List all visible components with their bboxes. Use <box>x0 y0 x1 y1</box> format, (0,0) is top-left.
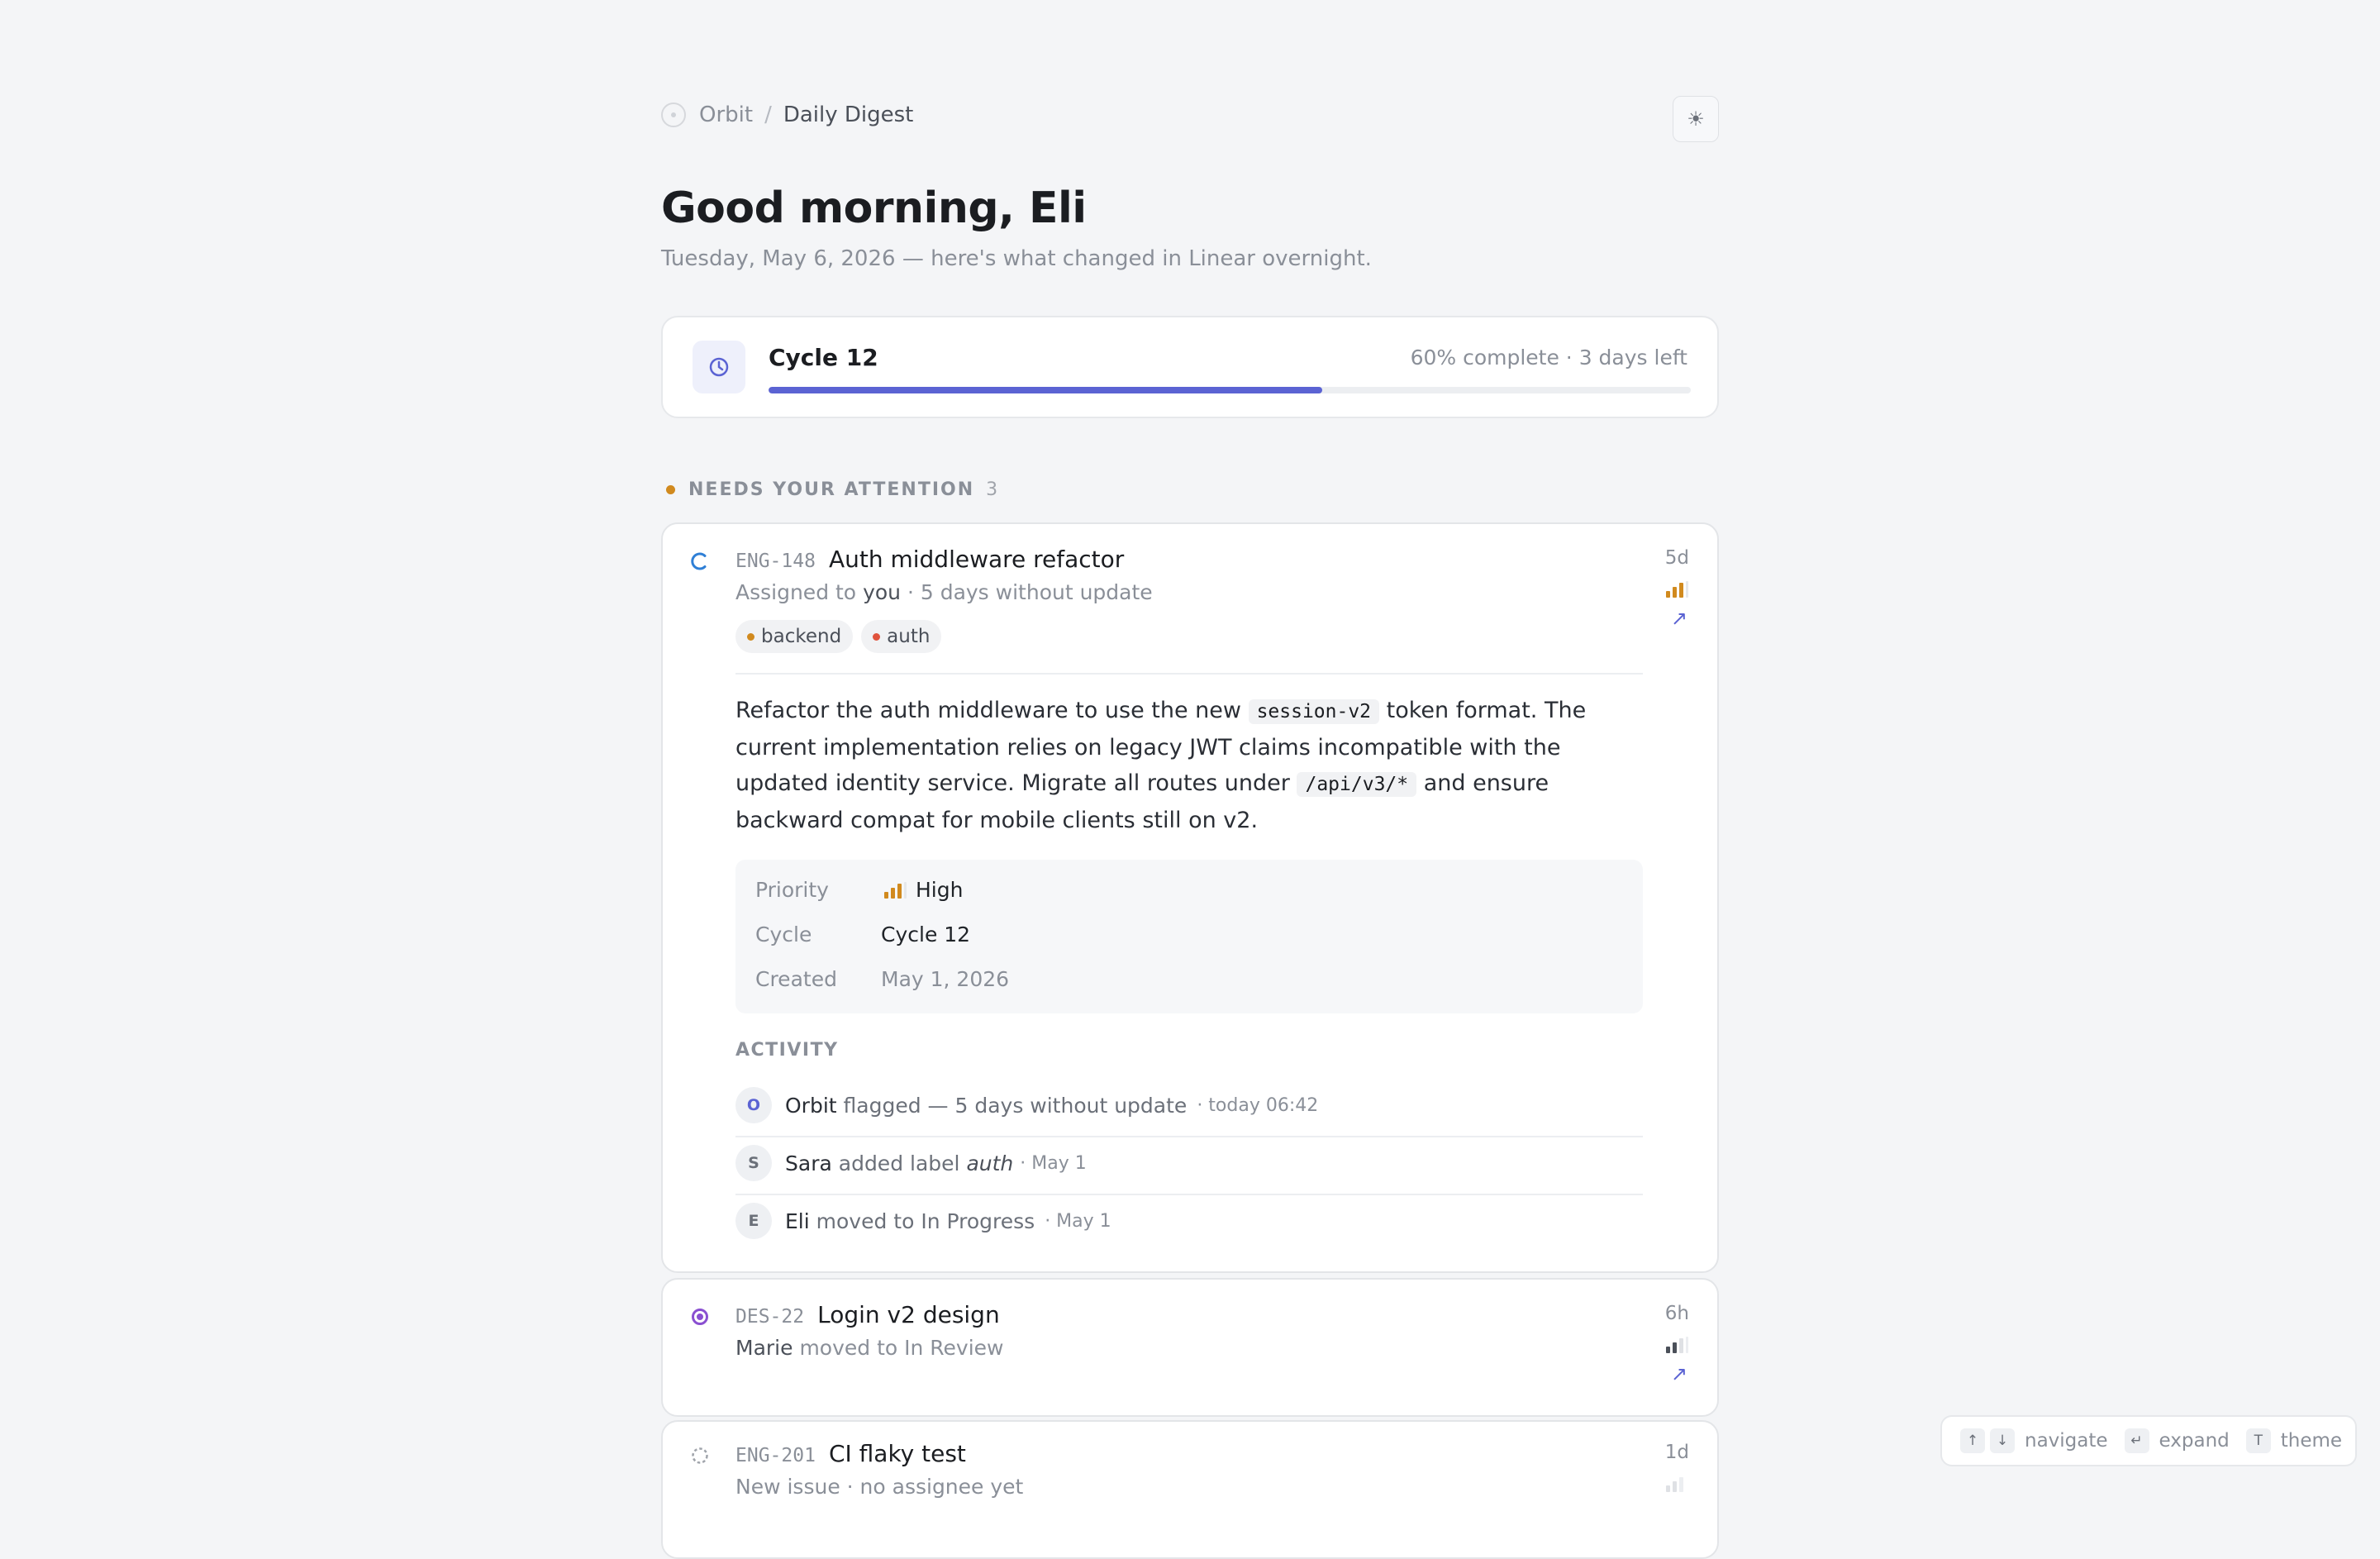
issue-sub-suffix: moved to In Review <box>799 1336 1004 1360</box>
backlog-status-icon <box>692 1447 708 1464</box>
prop-cycle-label: Cycle <box>755 923 812 946</box>
label-auth[interactable]: auth <box>861 620 942 653</box>
description-text: Refactor the auth middleware to use the … <box>735 698 1241 723</box>
prop-priority-value[interactable]: High <box>881 878 963 902</box>
attention-dot-icon <box>666 485 675 494</box>
issue-title[interactable]: Auth middleware refactor <box>829 546 1124 573</box>
activity-heading: ACTIVITY <box>735 1040 839 1061</box>
down-arrow-key: ↓ <box>1990 1428 2015 1453</box>
t-key: T <box>2245 1428 2271 1453</box>
activity-item: E Eli moved to In Progress · May 1 <box>735 1192 1643 1250</box>
avatar: S <box>735 1145 772 1181</box>
keyboard-hints: ↑ ↓ navigate ↵ expand T theme <box>1940 1415 2357 1466</box>
section-count: 3 <box>986 479 998 500</box>
activity-action: moved to In Progress <box>816 1209 1035 1233</box>
issue-card-expanded[interactable]: ENG-148 Auth middleware refactor Assigne… <box>661 522 1719 1273</box>
issue-age: 1d <box>1664 1442 1689 1463</box>
open-external-icon[interactable]: ↗ <box>1671 1362 1687 1385</box>
breadcrumb: Orbit / Daily Digest <box>661 103 913 127</box>
breadcrumb-root[interactable]: Orbit <box>699 103 753 127</box>
hint-expand: expand <box>2159 1430 2230 1452</box>
prop-created-value: May 1, 2026 <box>881 967 1010 991</box>
issue-header: ENG-148 Auth middleware refactor <box>735 546 1124 573</box>
priority-text: High <box>916 878 964 902</box>
hint-theme: theme <box>2280 1430 2343 1452</box>
cycle-meta: 60% complete · 3 days left <box>1410 346 1687 369</box>
description-code: session-v2 <box>1248 699 1380 724</box>
in-review-status-icon <box>692 1309 708 1325</box>
activity-label-name: auth <box>966 1151 1014 1175</box>
issue-card[interactable]: ENG-201 CI flaky test New issue · no ass… <box>661 1420 1719 1559</box>
issue-subtitle: Marie moved to In Review <box>735 1336 1004 1360</box>
description-code: /api/v3/* <box>1297 772 1417 797</box>
cycle-progress-bar <box>769 387 1691 393</box>
cycle-name: Cycle 12 <box>769 344 878 371</box>
top-bar: Orbit / Daily Digest ☀ <box>661 96 1719 145</box>
prop-cycle-value[interactable]: Cycle 12 <box>881 923 970 946</box>
issue-age: 5d <box>1664 547 1689 569</box>
activity-time: · May 1 <box>1020 1152 1087 1174</box>
issue-age: 6h <box>1664 1303 1689 1324</box>
enter-key: ↵ <box>2124 1428 2149 1453</box>
activity-actor: Eli <box>785 1209 810 1233</box>
activity-actor: Sara <box>785 1151 832 1175</box>
prop-created-label: Created <box>755 967 837 991</box>
activity-item: S Sara added label auth · May 1 <box>735 1134 1643 1192</box>
issue-header: DES-22 Login v2 design <box>735 1301 1000 1328</box>
orbit-logo-icon <box>661 103 686 127</box>
issue-id[interactable]: ENG-148 <box>735 551 816 572</box>
avatar: O <box>735 1087 772 1123</box>
activity-time: · May 1 <box>1045 1210 1111 1232</box>
issue-description: Refactor the auth middleware to use the … <box>735 693 1643 838</box>
issue-properties: Priority High Cycle Cycle 12 Created May… <box>735 860 1643 1013</box>
up-arrow-key: ↑ <box>1960 1428 1985 1453</box>
high-priority-icon <box>1666 581 1688 598</box>
avatar: E <box>735 1203 772 1239</box>
in-progress-status-icon <box>691 552 707 570</box>
clock-icon <box>693 341 745 393</box>
issue-header: ENG-201 CI flaky test <box>735 1440 966 1467</box>
hint-navigate: navigate <box>2025 1430 2108 1452</box>
issue-title[interactable]: CI flaky test <box>829 1440 966 1467</box>
issue-subtitle: Assigned to you · 5 days without update <box>735 580 1153 604</box>
activity-actor: Orbit <box>785 1093 837 1118</box>
issue-labels: backend auth <box>735 620 942 653</box>
issue-card[interactable]: DES-22 Login v2 design Marie moved to In… <box>661 1278 1719 1417</box>
issue-id[interactable]: DES-22 <box>735 1306 804 1328</box>
issue-title[interactable]: Login v2 design <box>817 1301 1000 1328</box>
activity-time: · today 06:42 <box>1197 1094 1319 1116</box>
high-priority-icon <box>884 881 907 899</box>
theme-toggle-button[interactable]: ☀ <box>1673 96 1719 142</box>
low-priority-icon <box>1666 1477 1683 1492</box>
issue-sub-user: Marie <box>735 1336 793 1360</box>
activity-action: added label <box>838 1151 960 1175</box>
attention-section-header: NEEDS YOUR ATTENTION 3 <box>666 479 997 500</box>
medium-priority-icon <box>1666 1337 1688 1353</box>
label-text: auth <box>887 626 931 647</box>
breadcrumb-separator: / <box>764 103 772 127</box>
breadcrumb-current: Daily Digest <box>783 103 914 127</box>
activity-action: flagged — 5 days without update <box>843 1093 1188 1118</box>
label-backend[interactable]: backend <box>735 620 854 653</box>
greeting-title: Good morning, Eli <box>661 184 1087 233</box>
label-text: backend <box>761 626 842 647</box>
issue-subtitle: New issue · no assignee yet <box>735 1475 1024 1499</box>
prop-priority-label: Priority <box>755 878 829 902</box>
issue-id[interactable]: ENG-201 <box>735 1445 816 1466</box>
cycle-card[interactable]: Cycle 12 60% complete · 3 days left <box>661 316 1719 418</box>
section-title: NEEDS YOUR ATTENTION <box>688 479 975 500</box>
sun-icon: ☀ <box>1687 107 1705 131</box>
greeting-subtitle: Tuesday, May 6, 2026 — here's what chang… <box>661 246 1372 271</box>
cycle-progress-fill <box>769 387 1322 393</box>
label-dot-icon <box>747 632 754 641</box>
issue-sub-suffix: · 5 days without update <box>907 580 1153 604</box>
label-dot-icon <box>873 632 881 641</box>
issue-sub-user: you <box>863 580 901 604</box>
issue-sub-prefix: Assigned to <box>735 580 857 604</box>
activity-item: O Orbit flagged — 5 days without update … <box>735 1076 1643 1134</box>
divider <box>735 673 1643 675</box>
open-external-icon[interactable]: ↗ <box>1671 607 1687 630</box>
